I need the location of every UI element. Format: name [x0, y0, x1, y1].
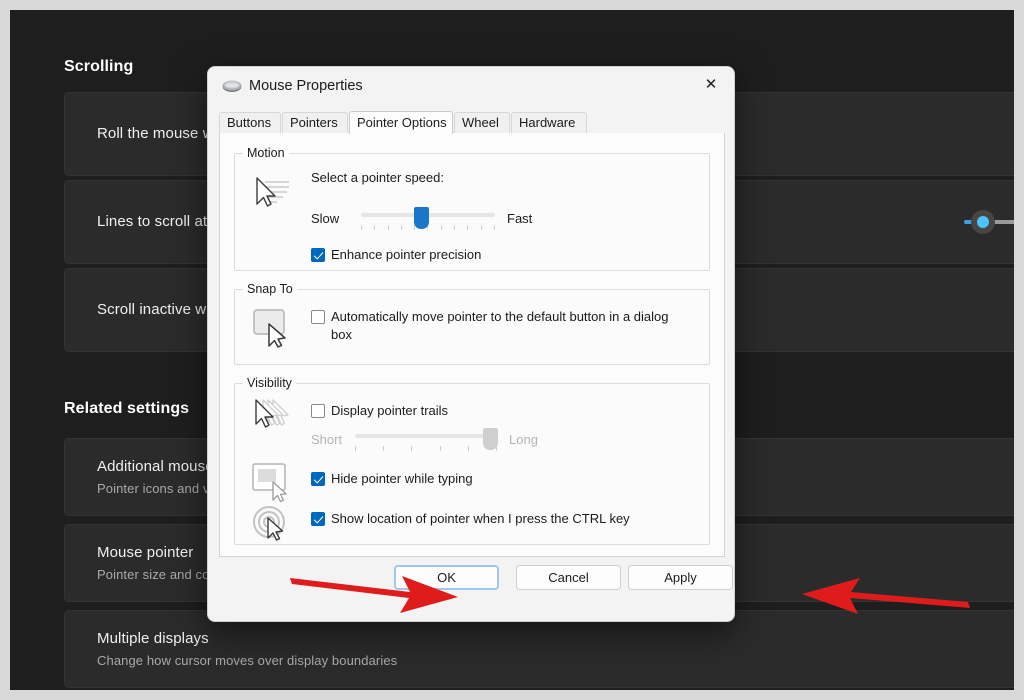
- label-display-pointer-trails: Display pointer trails: [331, 403, 449, 418]
- section-heading-related-settings: Related settings: [64, 400, 190, 417]
- slider-track: [355, 434, 497, 438]
- row-subtitle: Pointer size and color: [97, 567, 225, 582]
- label-enhance-pointer-precision: Enhance pointer precision: [331, 247, 482, 262]
- snap-to-icon: [253, 309, 286, 348]
- checkbox-auto-move-pointer[interactable]: [311, 310, 325, 324]
- trails-long-label: Long: [509, 432, 538, 447]
- slider-thumb[interactable]: [414, 207, 429, 229]
- speed-slow-label: Slow: [311, 211, 340, 226]
- checkbox-show-pointer-location[interactable]: [311, 512, 325, 526]
- speed-fast-label: Fast: [507, 211, 533, 226]
- slider-ticks: [361, 225, 495, 230]
- checkbox-enhance-pointer-precision[interactable]: [311, 248, 325, 262]
- slider-ticks: [355, 446, 497, 451]
- dialog-titlebar: Mouse Properties ✕: [208, 67, 734, 107]
- row-title: Mouse pointer: [97, 544, 194, 561]
- section-heading-scrolling: Scrolling: [64, 58, 134, 75]
- hide-pointer-while-typing-icon: [252, 463, 287, 503]
- screenshot-root: Scrolling Roll the mouse wheel to scroll…: [0, 0, 1024, 700]
- group-label-motion: Motion: [243, 146, 289, 160]
- tab-buttons[interactable]: Buttons: [219, 112, 281, 133]
- dialog-tabstrip: Buttons Pointers Pointer Options Wheel H…: [219, 111, 725, 134]
- mouse-icon: [222, 80, 242, 92]
- group-snap-to: Snap To Automatically move pointer to th…: [234, 282, 710, 365]
- red-arrow-pointing-to-ok-button: [290, 576, 458, 613]
- show-pointer-location-icon: [253, 506, 285, 541]
- pointer-speed-caption: Select a pointer speed:: [311, 170, 444, 185]
- group-label-snap-to: Snap To: [243, 282, 297, 296]
- pointer-trails-slider[interactable]: [355, 427, 498, 455]
- tab-wheel[interactable]: Wheel: [454, 112, 510, 133]
- group-visibility: Visibility Display pointer trails Short: [234, 376, 710, 545]
- pointer-speed-slider[interactable]: [361, 206, 495, 234]
- label-auto-move-pointer-line1: Automatically move pointer to the defaul…: [331, 309, 669, 324]
- mouse-properties-dialog: Mouse Properties ✕ Buttons Pointers Poin…: [207, 66, 735, 622]
- label-show-pointer-location: Show location of pointer when I press th…: [331, 511, 630, 526]
- pointer-trails-icon: [255, 399, 289, 428]
- red-arrow-pointing-to-apply-button: [802, 578, 970, 614]
- pointer-speed-icon: [256, 177, 289, 207]
- dialog-footer: OK Cancel Apply: [208, 565, 734, 621]
- row-title: Multiple displays: [97, 630, 209, 647]
- dialog-title: Mouse Properties: [249, 78, 363, 94]
- checkbox-hide-pointer-while-typing[interactable]: [311, 472, 325, 486]
- cancel-button[interactable]: Cancel: [516, 565, 621, 590]
- group-label-visibility: Visibility: [243, 376, 296, 390]
- tab-pointer-options[interactable]: Pointer Options: [349, 111, 453, 134]
- close-icon[interactable]: ✕: [688, 67, 734, 100]
- trails-short-label: Short: [311, 432, 343, 447]
- slider-thumb[interactable]: [977, 216, 989, 228]
- tab-hardware[interactable]: Hardware: [511, 112, 587, 133]
- tab-pointers[interactable]: Pointers: [282, 112, 348, 133]
- group-motion: Motion Select a pointer speed: Slow Fast: [234, 146, 710, 271]
- row-subtitle: Change how cursor moves over display bou…: [97, 653, 398, 668]
- slider-thumb[interactable]: [483, 428, 498, 450]
- label-hide-pointer-while-typing: Hide pointer while typing: [331, 471, 473, 486]
- label-auto-move-pointer-line2: box: [331, 327, 352, 342]
- lines-to-scroll-slider[interactable]: [956, 210, 1014, 234]
- checkbox-display-pointer-trails[interactable]: [311, 404, 325, 418]
